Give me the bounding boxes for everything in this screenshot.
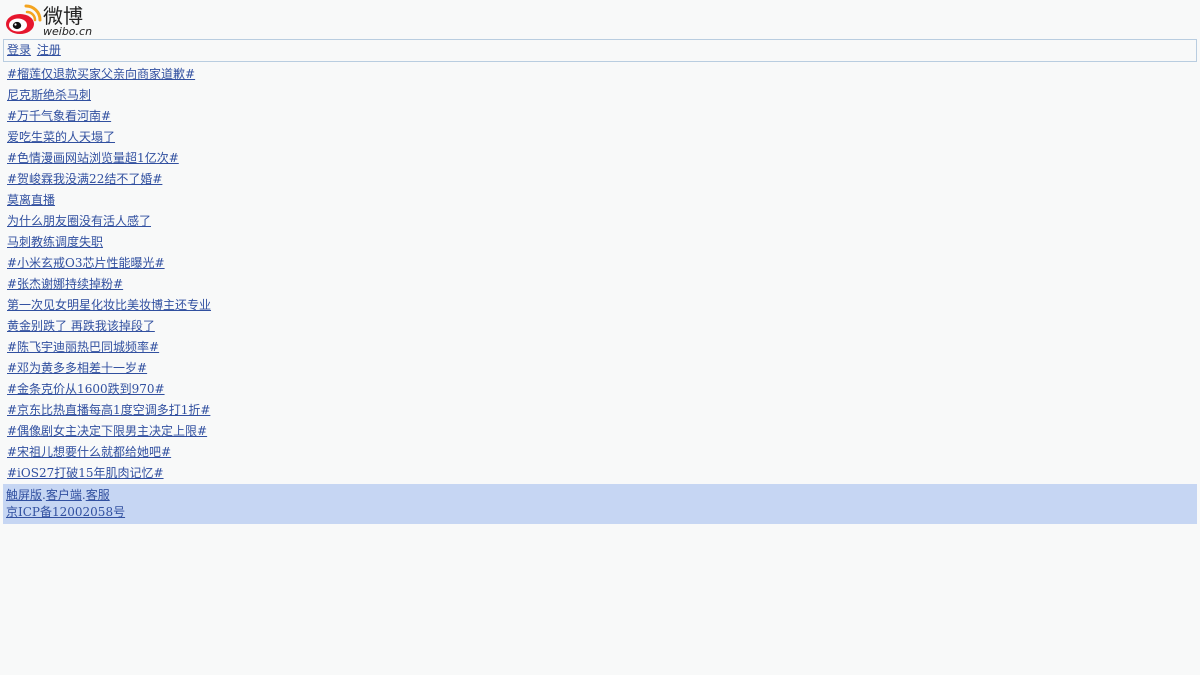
list-item: 为什么朋友圈没有活人感了 [7, 211, 211, 232]
topic-link[interactable]: #万千气象看河南# [7, 109, 111, 123]
list-item: #色情漫画网站浏览量超1亿次# [7, 148, 211, 169]
list-item: #京东比热直播每高1度空调多打1折# [7, 400, 211, 421]
list-item: #金条克价从1600跌到970# [7, 379, 211, 400]
login-bar: 登录 注册 [3, 39, 1197, 62]
customer-service-link[interactable]: 客服 [86, 488, 110, 502]
list-item: 马刺教练调度失职 [7, 232, 211, 253]
topic-link[interactable]: #小米玄戒O3芯片性能曝光# [7, 256, 165, 270]
topic-link[interactable]: #iOS27打破15年肌肉记忆# [7, 466, 164, 480]
topic-link[interactable]: #偶像剧女主决定下限男主决定上限# [7, 424, 207, 438]
page: 微博 weibo.cn 登录 注册 #榴莲仅退款买家父亲向商家道歉# 尼克斯绝杀… [0, 0, 1200, 675]
topic-link[interactable]: #京东比热直播每高1度空调多打1折# [7, 403, 210, 417]
list-item: #邓为黄多多相差十一岁# [7, 358, 211, 379]
register-link[interactable]: 注册 [37, 43, 61, 57]
weibo-logo[interactable]: 微博 weibo.cn [4, 2, 99, 38]
list-item: #万千气象看河南# [7, 106, 211, 127]
topic-link[interactable]: #张杰谢娜持续掉粉# [7, 277, 123, 291]
footer: 触屏版.客户端.客服 京ICP备12002058号 [3, 484, 1197, 524]
weibo-eye-icon: 微博 weibo.cn [6, 4, 92, 38]
topic-link[interactable]: #金条克价从1600跌到970# [7, 382, 165, 396]
list-item: #iOS27打破15年肌肉记忆# [7, 463, 211, 484]
list-item: #宋祖儿想要什么就都给她吧# [7, 442, 211, 463]
touch-version-link[interactable]: 触屏版 [6, 488, 42, 502]
topic-link[interactable]: 尼克斯绝杀马刺 [7, 88, 91, 102]
topic-link[interactable]: 第一次见女明星化妆比美妆博主还专业 [7, 298, 211, 312]
list-item: #陈飞宇迪丽热巴同城频率# [7, 337, 211, 358]
list-item: 第一次见女明星化妆比美妆博主还专业 [7, 295, 211, 316]
topic-link[interactable]: #色情漫画网站浏览量超1亿次# [7, 151, 179, 165]
topic-link[interactable]: #贺峻霖我没满22结不了婚# [7, 172, 162, 186]
login-link[interactable]: 登录 [7, 43, 31, 57]
topic-link[interactable]: #宋祖儿想要什么就都给她吧# [7, 445, 171, 459]
topic-link[interactable]: #邓为黄多多相差十一岁# [7, 361, 147, 375]
list-item: #偶像剧女主决定下限男主决定上限# [7, 421, 211, 442]
topic-link[interactable]: 莫离直播 [7, 193, 55, 207]
topic-link[interactable]: 为什么朋友圈没有活人感了 [7, 214, 151, 228]
topic-link[interactable]: 爱吃生菜的人天塌了 [7, 130, 115, 144]
hot-topic-list: #榴莲仅退款买家父亲向商家道歉# 尼克斯绝杀马刺 #万千气象看河南# 爱吃生菜的… [7, 64, 211, 484]
list-item: #贺峻霖我没满22结不了婚# [7, 169, 211, 190]
list-item: 莫离直播 [7, 190, 211, 211]
icp-link[interactable]: 京ICP备12002058号 [6, 505, 125, 519]
logo-domain-text: weibo.cn [43, 25, 92, 38]
client-link[interactable]: 客户端 [46, 488, 82, 502]
list-item: 爱吃生菜的人天塌了 [7, 127, 211, 148]
topic-link[interactable]: 黄金别跌了 再跌我该掉段了 [7, 319, 155, 333]
topic-link[interactable]: #榴莲仅退款买家父亲向商家道歉# [7, 67, 195, 81]
topic-link[interactable]: 马刺教练调度失职 [7, 235, 103, 249]
list-item: #小米玄戒O3芯片性能曝光# [7, 253, 211, 274]
list-item: #榴莲仅退款买家父亲向商家道歉# [7, 64, 211, 85]
topic-link[interactable]: #陈飞宇迪丽热巴同城频率# [7, 340, 159, 354]
list-item: 黄金别跌了 再跌我该掉段了 [7, 316, 211, 337]
footer-links: 触屏版.客户端.客服 [6, 487, 1197, 504]
list-item: 尼克斯绝杀马刺 [7, 85, 211, 106]
footer-icp: 京ICP备12002058号 [6, 504, 1197, 521]
list-item: #张杰谢娜持续掉粉# [7, 274, 211, 295]
